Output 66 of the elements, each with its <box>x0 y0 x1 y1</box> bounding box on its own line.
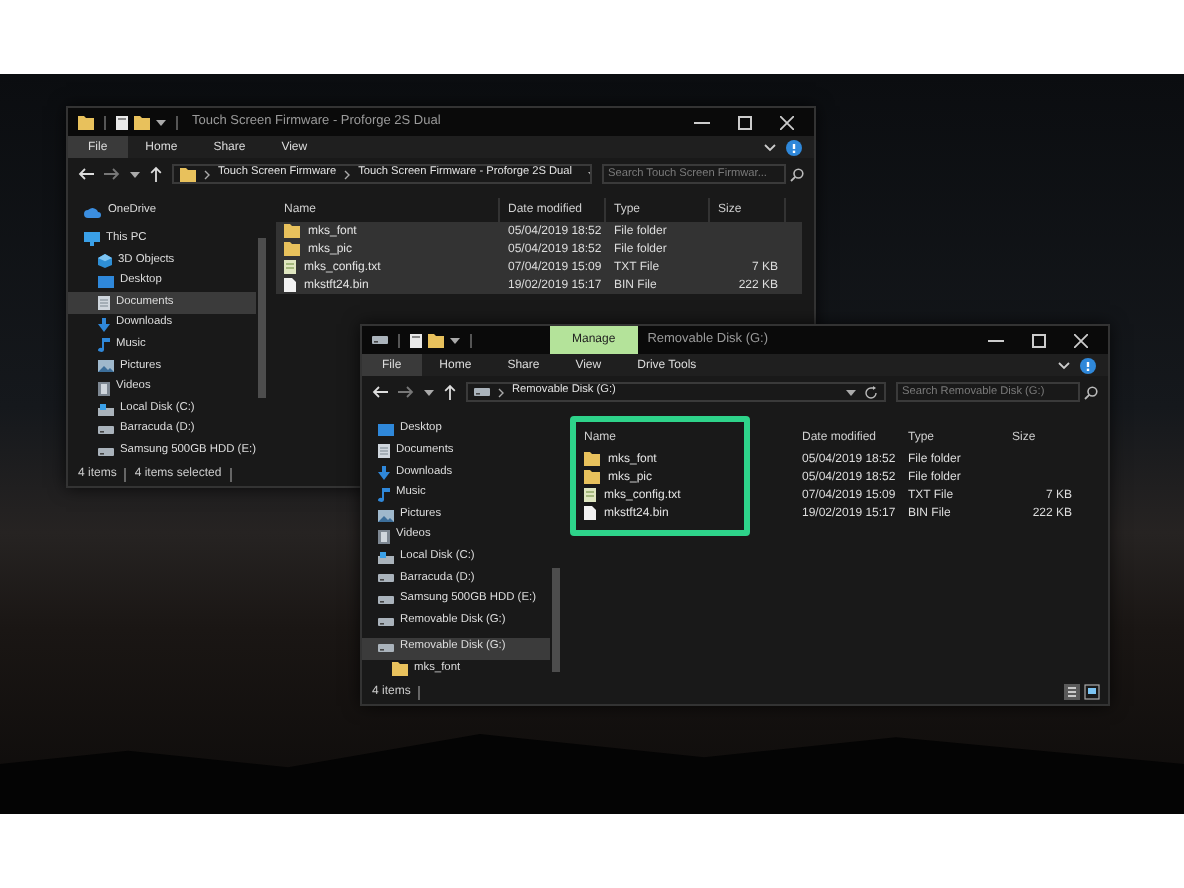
cube-icon <box>98 253 112 268</box>
drive-icon <box>378 596 394 605</box>
back-icon[interactable] <box>372 386 388 398</box>
download-icon <box>378 465 390 480</box>
maximize-icon[interactable] <box>1032 333 1046 347</box>
chevron-icon[interactable] <box>498 387 504 397</box>
help-icon[interactable] <box>786 139 802 155</box>
maximize-icon[interactable] <box>738 115 752 129</box>
close-icon[interactable] <box>780 115 794 129</box>
folder-icon[interactable] <box>428 333 444 347</box>
chevron-icon[interactable] <box>344 169 351 179</box>
properties-icon[interactable] <box>410 333 422 347</box>
chevron-down-icon[interactable] <box>1058 361 1070 369</box>
drive-icon <box>378 617 394 626</box>
close-icon[interactable] <box>1074 333 1088 347</box>
caret-icon[interactable] <box>130 171 140 177</box>
film-icon <box>98 381 110 396</box>
chevron-down-icon[interactable] <box>764 143 776 151</box>
large-icons-view-icon[interactable] <box>1084 684 1100 700</box>
drive-icon <box>98 426 114 435</box>
file-icon <box>584 506 596 520</box>
search-icon[interactable] <box>1084 385 1098 399</box>
drive-icon <box>474 388 490 396</box>
refresh-icon[interactable] <box>864 385 878 399</box>
search-icon[interactable] <box>790 167 804 181</box>
forward-icon[interactable] <box>398 386 414 398</box>
minimize-icon[interactable] <box>694 121 710 123</box>
music-note-icon <box>98 338 110 353</box>
scrollbar-thumb[interactable] <box>552 568 560 672</box>
folder-icon[interactable] <box>78 115 94 129</box>
desktop-icon <box>378 424 394 437</box>
caret-icon[interactable] <box>156 119 166 125</box>
up-icon[interactable] <box>150 166 162 182</box>
folder-icon <box>180 167 196 181</box>
cloud-icon <box>84 207 102 218</box>
chevron-icon[interactable] <box>204 169 210 179</box>
caret-icon[interactable] <box>846 389 856 395</box>
hard-drive-icon <box>98 403 114 416</box>
caret-icon[interactable] <box>424 389 434 395</box>
document-icon <box>378 444 390 459</box>
file-icon <box>284 278 296 292</box>
drive-icon <box>378 644 394 653</box>
picture-icon <box>98 360 114 373</box>
film-icon <box>378 529 390 544</box>
text-file-icon <box>584 488 596 502</box>
properties-icon[interactable] <box>116 115 128 129</box>
details-view-icon[interactable] <box>1064 684 1080 700</box>
hard-drive-icon <box>378 551 394 564</box>
minimize-icon[interactable] <box>988 339 1004 341</box>
desktop-icon <box>98 276 114 289</box>
drive-icon <box>98 447 114 456</box>
download-icon <box>98 317 110 332</box>
text-file-icon <box>284 260 296 274</box>
scrollbar-thumb[interactable] <box>258 238 266 398</box>
help-icon[interactable] <box>1080 357 1096 373</box>
drive-icon[interactable] <box>372 336 388 344</box>
drive-icon <box>378 574 394 583</box>
back-icon[interactable] <box>78 168 94 180</box>
forward-icon[interactable] <box>104 168 120 180</box>
picture-icon <box>378 509 394 522</box>
up-icon[interactable] <box>444 384 456 400</box>
monitor-icon <box>84 232 100 247</box>
music-note-icon <box>378 487 390 502</box>
document-icon <box>98 296 110 311</box>
folder-icon[interactable] <box>134 115 150 129</box>
caret-icon[interactable] <box>450 337 460 343</box>
